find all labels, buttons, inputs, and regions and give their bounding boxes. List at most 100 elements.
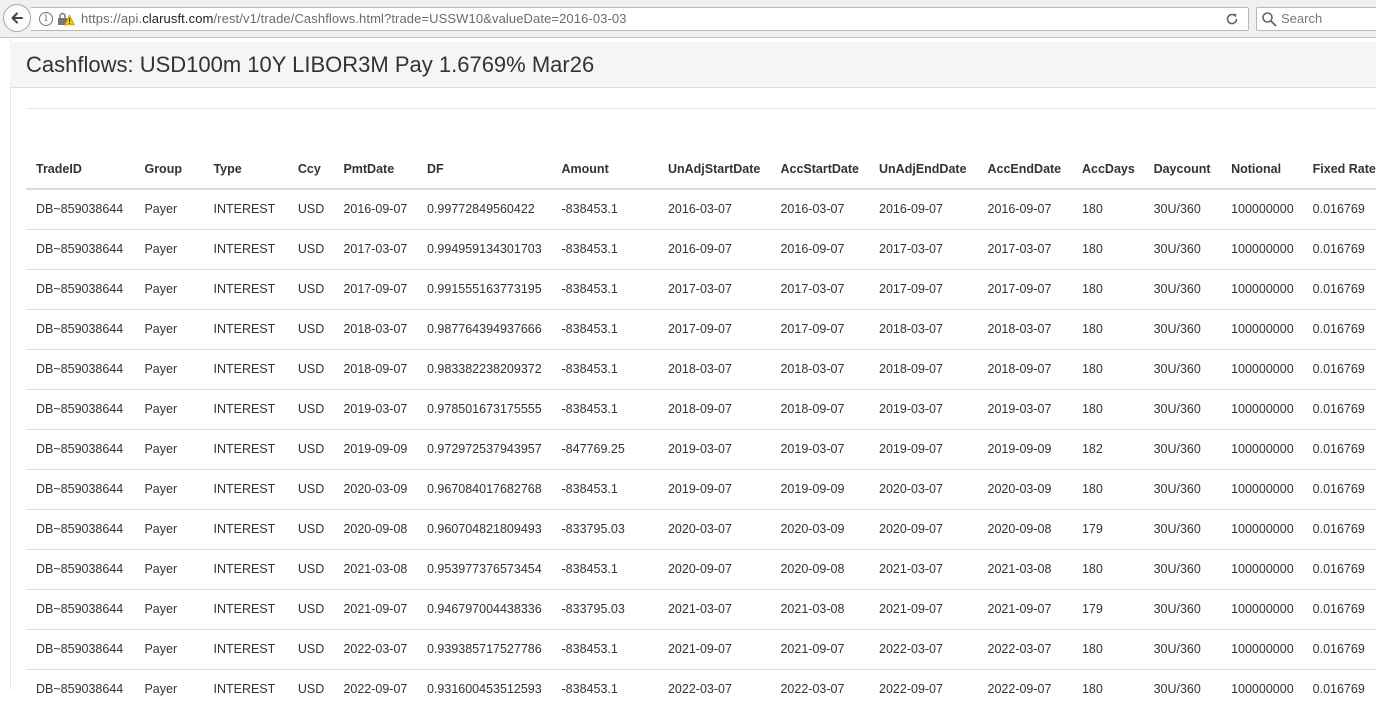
column-header[interactable]: Fixed Rate (1302, 149, 1376, 190)
table-row: DB~859038644 Payer INTEREST USD 2016-09-07 0.… (26, 188, 1376, 229)
table-cell: 0.016769 (1302, 548, 1376, 589)
table-cell: 2020-03-09 (977, 468, 1072, 509)
reload-icon[interactable] (1224, 11, 1240, 27)
table-cell: DB~859038644 (26, 508, 135, 549)
table-cell: 2021-09-07 (977, 588, 1072, 629)
table-cell: 0.960704821809493 (416, 508, 552, 549)
search-icon (1262, 12, 1277, 27)
table-cell: USD (287, 508, 334, 549)
column-header[interactable]: AccDays (1071, 149, 1144, 190)
table-cell: 100000000 (1221, 348, 1303, 389)
back-button[interactable] (3, 4, 31, 32)
table-cell: DB~859038644 (26, 548, 135, 589)
column-header[interactable]: AccEndDate (977, 149, 1072, 190)
table-cell: -847769.25 (551, 428, 658, 469)
table-cell: INTEREST (203, 588, 288, 629)
table-cell: DB~859038644 (26, 468, 135, 509)
column-header[interactable]: UnAdjStartDate (657, 149, 771, 190)
table-cell: 2016-03-07 (657, 188, 771, 229)
column-header[interactable]: Group (134, 149, 204, 190)
table-cell: -838453.1 (551, 188, 658, 229)
table-cell: Payer (134, 388, 204, 429)
table-cell: 100000000 (1221, 228, 1303, 269)
table-cell: 2019-03-07 (977, 388, 1072, 429)
search-placeholder: Search (1281, 11, 1323, 26)
table-cell: 2016-09-07 (869, 188, 978, 229)
table-cell: 182 (1071, 428, 1144, 469)
table-cell: 30U/360 (1143, 548, 1222, 589)
table-cell: INTEREST (203, 548, 288, 589)
column-header[interactable]: Ccy (287, 149, 334, 190)
table-cell: DB~859038644 (26, 428, 135, 469)
table-cell: 2019-09-09 (333, 428, 417, 469)
table-row: DB~859038644 Payer INTEREST USD 2020-03-09 0.… (26, 468, 1376, 509)
table-row: DB~859038644 Payer INTEREST USD 2022-09-07 0.… (26, 668, 1376, 709)
table-cell: 2018-03-07 (333, 308, 417, 349)
table-cell: USD (287, 588, 334, 629)
table-cell: 100000000 (1221, 508, 1303, 549)
table-cell: Payer (134, 228, 204, 269)
table-cell: 30U/360 (1143, 508, 1222, 549)
address-bar[interactable]: i https://api.clarusft.com/rest/v1/trade… (31, 7, 1249, 31)
table-cell: 30U/360 (1143, 628, 1222, 669)
table-cell: 30U/360 (1143, 308, 1222, 349)
table-cell: 100000000 (1221, 188, 1303, 229)
table-cell: 2017-09-07 (977, 268, 1072, 309)
column-header[interactable]: TradeID (26, 149, 135, 190)
url-text[interactable]: https://api.clarusft.com/rest/v1/trade/C… (81, 11, 627, 27)
table-cell: -838453.1 (551, 308, 658, 349)
table-cell: 2017-03-07 (977, 228, 1072, 269)
table-cell: INTEREST (203, 468, 288, 509)
table-cell: 2022-09-07 (333, 668, 417, 709)
table-cell: 2019-03-07 (657, 428, 771, 469)
table-cell: 180 (1071, 188, 1144, 229)
table-cell: DB~859038644 (26, 668, 135, 709)
table-row: DB~859038644 Payer INTEREST USD 2020-09-08 0.… (26, 508, 1376, 549)
info-icon[interactable]: i (39, 12, 53, 26)
column-header[interactable]: Notional (1221, 149, 1303, 190)
url-prefix: https://api. (81, 11, 143, 26)
table-body: DB~859038644 Payer INTEREST USD 2016-09-07 0.… (26, 188, 1376, 709)
column-header[interactable]: UnAdjEndDate (869, 149, 978, 190)
table-cell: 2020-09-08 (333, 508, 417, 549)
table-cell: DB~859038644 (26, 628, 135, 669)
table-cell: 2022-09-07 (869, 668, 978, 709)
table-cell: 0.016769 (1302, 468, 1376, 509)
table-cell: 0.987764394937666 (416, 308, 552, 349)
table-cell: 100000000 (1221, 388, 1303, 429)
column-header[interactable]: Type (203, 149, 288, 190)
column-header[interactable]: Amount (551, 149, 658, 190)
page-header: Cashflows: USD100m 10Y LIBOR3M Pay 1.676… (10, 42, 1376, 88)
column-header[interactable]: DF (416, 149, 552, 190)
table-row: DB~859038644 Payer INTEREST USD 2022-03-07 0.… (26, 628, 1376, 669)
table-cell: 0.016769 (1302, 628, 1376, 669)
column-header[interactable]: Daycount (1143, 149, 1222, 190)
table-row: DB~859038644 Payer INTEREST USD 2018-03-07 0.… (26, 308, 1376, 349)
table-cell: 0.991555163773195 (416, 268, 552, 309)
table-cell: Payer (134, 548, 204, 589)
table-cell: USD (287, 548, 334, 589)
table-cell: 0.016769 (1302, 348, 1376, 389)
table-cell: DB~859038644 (26, 188, 135, 229)
table-cell: 2018-09-07 (869, 348, 978, 389)
search-bar[interactable]: Search (1256, 7, 1376, 31)
table-cell: INTEREST (203, 628, 288, 669)
table-cell: Payer (134, 188, 204, 229)
table-cell: 0.972972537943957 (416, 428, 552, 469)
table-cell: 2020-09-07 (657, 548, 771, 589)
table-cell: 180 (1071, 308, 1144, 349)
table-cell: 2016-09-07 (657, 228, 771, 269)
table-cell: 2017-03-07 (770, 268, 870, 309)
table-cell: DB~859038644 (26, 308, 135, 349)
column-header[interactable]: AccStartDate (770, 149, 870, 190)
insecure-lock-icon[interactable] (57, 11, 75, 27)
table-cell: 2020-09-08 (770, 548, 870, 589)
table-cell: 30U/360 (1143, 348, 1222, 389)
table-cell: INTEREST (203, 668, 288, 709)
table-cell: 100000000 (1221, 268, 1303, 309)
table-cell: Payer (134, 348, 204, 389)
table-cell: 2016-03-07 (770, 188, 870, 229)
column-header[interactable]: PmtDate (333, 149, 417, 190)
table-row: DB~859038644 Payer INTEREST USD 2019-09-09 0.… (26, 428, 1376, 469)
table-cell: USD (287, 268, 334, 309)
